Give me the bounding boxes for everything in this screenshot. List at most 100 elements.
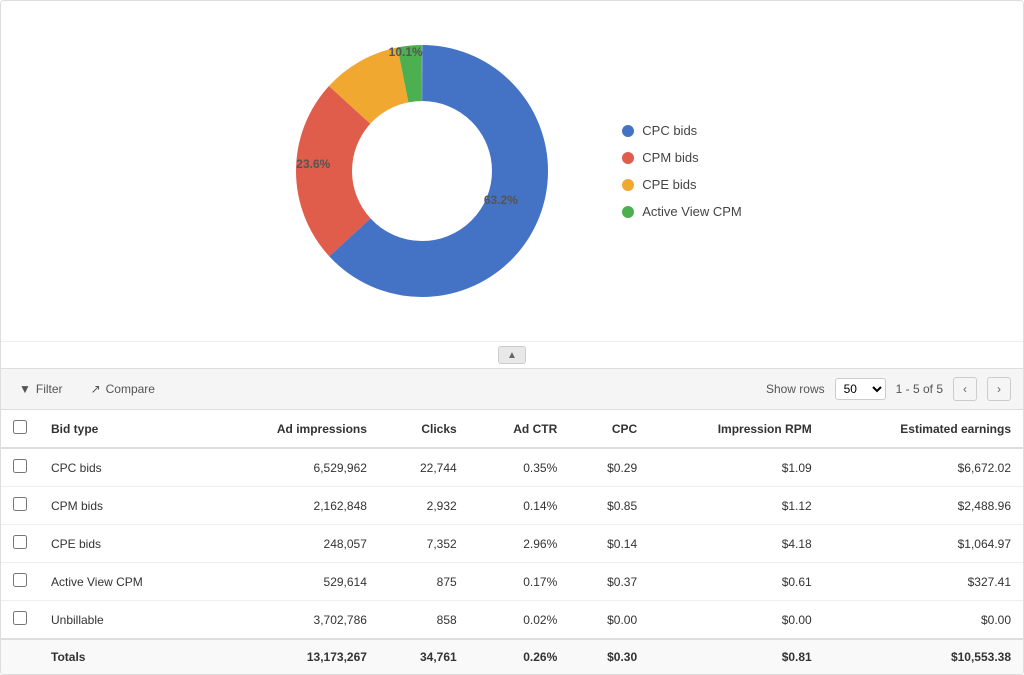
donut-hole — [355, 104, 489, 238]
row-checkbox-cell — [1, 448, 39, 487]
row-clicks: 2,932 — [379, 487, 469, 525]
col-cpc: CPC — [569, 410, 649, 448]
row-estimated-earnings: $6,672.02 — [824, 448, 1023, 487]
row-estimated-earnings: $327.41 — [824, 563, 1023, 601]
legend-cpm-label: CPM bids — [642, 150, 698, 165]
row-bid-type: Unbillable — [39, 601, 210, 640]
row-impression-rpm: $0.00 — [649, 601, 824, 640]
donut-chart: 63.2% 23.6% 10.1% — [282, 31, 562, 311]
row-estimated-earnings: $2,488.96 — [824, 487, 1023, 525]
row-checkbox-cell — [1, 487, 39, 525]
totals-earnings: $10,553.38 — [824, 639, 1023, 674]
prev-icon: ‹ — [963, 382, 967, 396]
col-ad-ctr: Ad CTR — [469, 410, 570, 448]
totals-checkbox-cell — [1, 639, 39, 674]
col-ad-impressions: Ad impressions — [210, 410, 379, 448]
col-estimated-earnings: Estimated earnings — [824, 410, 1023, 448]
collapse-button[interactable]: ▲ — [498, 346, 526, 364]
row-impression-rpm: $4.18 — [649, 525, 824, 563]
row-cpc: $0.14 — [569, 525, 649, 563]
legend-activeview: Active View CPM — [622, 204, 741, 219]
row-ad-impressions: 3,702,786 — [210, 601, 379, 640]
row-checkbox-cell — [1, 563, 39, 601]
page-info: 1 - 5 of 5 — [896, 382, 943, 396]
legend-cpc: CPC bids — [622, 123, 741, 138]
data-table: Bid type Ad impressions Clicks Ad CTR CP… — [1, 410, 1023, 674]
row-bid-type: Active View CPM — [39, 563, 210, 601]
col-bid-type: Bid type — [39, 410, 210, 448]
legend-cpe-label: CPE bids — [642, 177, 696, 192]
table-toolbar: ▼ Filter ↗ Compare Show rows 10 25 50 10… — [1, 368, 1023, 410]
show-rows-label: Show rows — [766, 382, 825, 396]
col-clicks: Clicks — [379, 410, 469, 448]
table-header-row: Bid type Ad impressions Clicks Ad CTR CP… — [1, 410, 1023, 448]
col-checkbox — [1, 410, 39, 448]
chart-section: 63.2% 23.6% 10.1% CPC bids CPM bids CPE … — [1, 1, 1023, 341]
row-checkbox-3[interactable] — [13, 573, 27, 587]
row-impression-rpm: $1.09 — [649, 448, 824, 487]
next-icon: › — [997, 382, 1001, 396]
row-estimated-earnings: $0.00 — [824, 601, 1023, 640]
legend-cpm-dot — [622, 152, 634, 164]
row-checkbox-0[interactable] — [13, 459, 27, 473]
row-cpc: $0.85 — [569, 487, 649, 525]
filter-label: Filter — [36, 382, 63, 396]
compare-label: Compare — [106, 382, 155, 396]
row-ad-impressions: 2,162,848 — [210, 487, 379, 525]
prev-page-button[interactable]: ‹ — [953, 377, 977, 401]
totals-ctr: 0.26% — [469, 639, 570, 674]
legend-cpm: CPM bids — [622, 150, 741, 165]
row-ad-ctr: 0.14% — [469, 487, 570, 525]
rows-per-page-select[interactable]: 10 25 50 100 — [835, 378, 886, 400]
row-bid-type: CPE bids — [39, 525, 210, 563]
next-page-button[interactable]: › — [987, 377, 1011, 401]
row-cpc: $0.29 — [569, 448, 649, 487]
row-clicks: 22,744 — [379, 448, 469, 487]
row-ad-impressions: 6,529,962 — [210, 448, 379, 487]
table-row: CPC bids 6,529,962 22,744 0.35% $0.29 $1… — [1, 448, 1023, 487]
table-row: CPE bids 248,057 7,352 2.96% $0.14 $4.18… — [1, 525, 1023, 563]
table-row: Unbillable 3,702,786 858 0.02% $0.00 $0.… — [1, 601, 1023, 640]
legend-activeview-dot — [622, 206, 634, 218]
compare-icon: ↗ — [91, 382, 101, 396]
select-all-checkbox[interactable] — [13, 420, 27, 434]
row-clicks: 858 — [379, 601, 469, 640]
row-clicks: 7,352 — [379, 525, 469, 563]
legend-activeview-label: Active View CPM — [642, 204, 741, 219]
totals-impressions: 13,173,267 — [210, 639, 379, 674]
filter-button[interactable]: ▼ Filter — [13, 380, 69, 398]
row-estimated-earnings: $1,064.97 — [824, 525, 1023, 563]
row-impression-rpm: $1.12 — [649, 487, 824, 525]
totals-clicks: 34,761 — [379, 639, 469, 674]
row-ad-ctr: 0.17% — [469, 563, 570, 601]
row-ad-impressions: 248,057 — [210, 525, 379, 563]
table-row: Active View CPM 529,614 875 0.17% $0.37 … — [1, 563, 1023, 601]
row-checkbox-1[interactable] — [13, 497, 27, 511]
row-ad-ctr: 2.96% — [469, 525, 570, 563]
row-checkbox-2[interactable] — [13, 535, 27, 549]
row-checkbox-cell — [1, 601, 39, 640]
legend-cpe: CPE bids — [622, 177, 741, 192]
toolbar-left: ▼ Filter ↗ Compare — [13, 380, 750, 398]
toolbar-right: Show rows 10 25 50 100 1 - 5 of 5 ‹ › — [766, 377, 1011, 401]
totals-cpc: $0.30 — [569, 639, 649, 674]
table-row: CPM bids 2,162,848 2,932 0.14% $0.85 $1.… — [1, 487, 1023, 525]
row-clicks: 875 — [379, 563, 469, 601]
col-impression-rpm: Impression RPM — [649, 410, 824, 448]
legend-cpc-label: CPC bids — [642, 123, 697, 138]
row-bid-type: CPM bids — [39, 487, 210, 525]
filter-icon: ▼ — [19, 382, 31, 396]
table-body: CPC bids 6,529,962 22,744 0.35% $0.29 $1… — [1, 448, 1023, 639]
row-ad-ctr: 0.35% — [469, 448, 570, 487]
row-cpc: $0.37 — [569, 563, 649, 601]
row-ad-ctr: 0.02% — [469, 601, 570, 640]
row-checkbox-4[interactable] — [13, 611, 27, 625]
table-totals-row: Totals 13,173,267 34,761 0.26% $0.30 $0.… — [1, 639, 1023, 674]
row-impression-rpm: $0.61 — [649, 563, 824, 601]
chart-legend: CPC bids CPM bids CPE bids Active View C… — [622, 123, 741, 219]
legend-cpc-dot — [622, 125, 634, 137]
row-checkbox-cell — [1, 525, 39, 563]
collapse-bar: ▲ — [1, 341, 1023, 368]
row-cpc: $0.00 — [569, 601, 649, 640]
compare-button[interactable]: ↗ Compare — [85, 380, 161, 398]
